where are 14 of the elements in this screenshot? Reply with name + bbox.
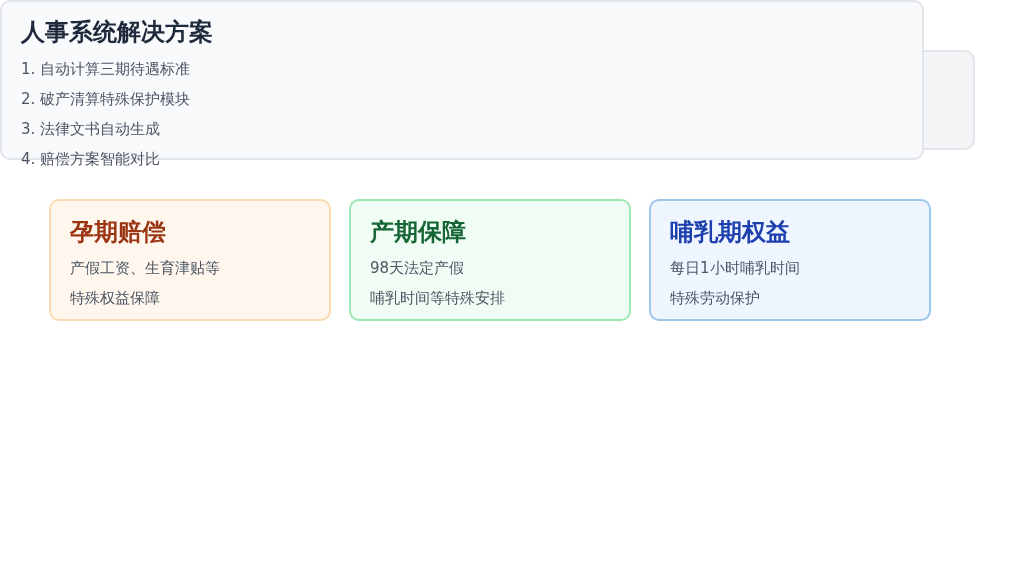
list-item: 2. 破产清算特殊保护模块 bbox=[21, 89, 191, 110]
card-text: 98天法定产假 bbox=[370, 258, 465, 279]
list-item: 3. 法律文书自动生成 bbox=[21, 119, 161, 140]
list-item: 4. 赔偿方案智能对比 bbox=[21, 149, 161, 170]
popup-title: 人事系统解决方案 bbox=[21, 17, 214, 48]
card-text: 产假工资、生育津贴等 bbox=[70, 258, 220, 279]
card-title: 哺乳期权益 bbox=[670, 217, 791, 248]
card-text: 哺乳时间等特殊安排 bbox=[370, 288, 505, 309]
card-title: 孕期赔偿 bbox=[70, 217, 167, 248]
card-text: 特殊劳动保护 bbox=[670, 288, 760, 309]
card-text: 特殊权益保障 bbox=[70, 288, 160, 309]
card-title: 产期保障 bbox=[370, 217, 467, 248]
card-text: 每日1小时哺乳时间 bbox=[670, 258, 800, 279]
list-item: 1. 自动计算三期待遇标准 bbox=[21, 59, 191, 80]
